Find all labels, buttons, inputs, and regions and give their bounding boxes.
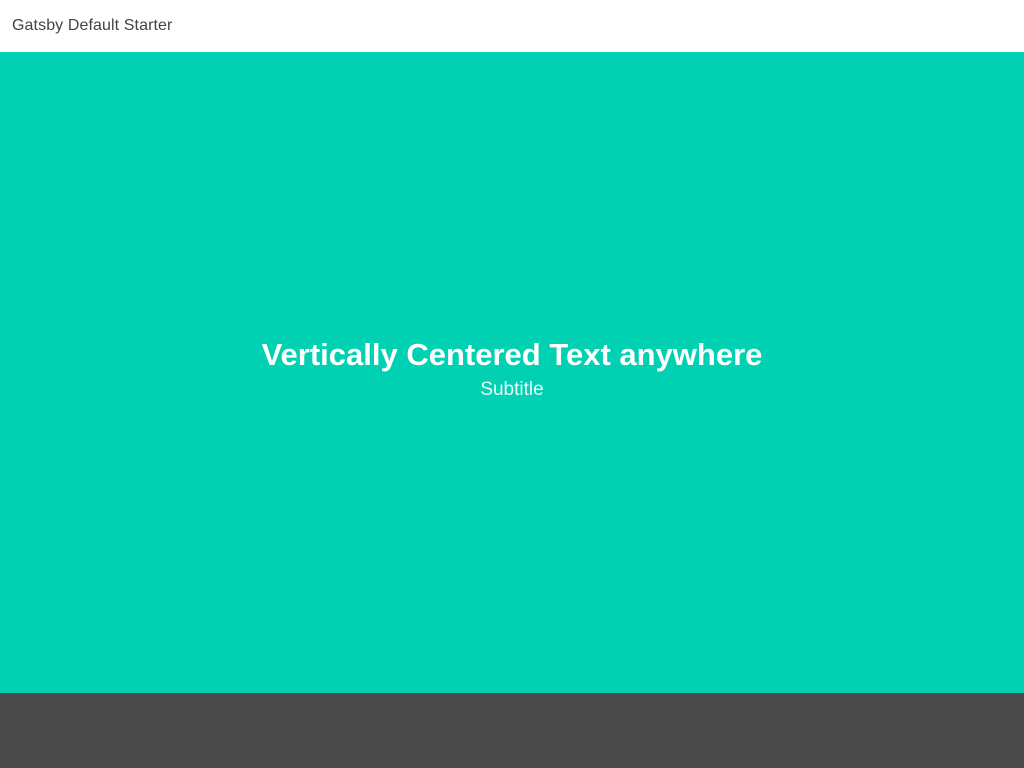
site-footer <box>0 693 1024 768</box>
site-title-link[interactable]: Gatsby Default Starter <box>12 17 173 35</box>
site-header: Gatsby Default Starter <box>0 0 1024 52</box>
hero-title: Vertically Centered Text anywhere <box>261 336 763 372</box>
hero-subtitle: Subtitle <box>480 378 544 400</box>
page: Gatsby Default Starter Vertically Center… <box>0 0 1024 768</box>
hero-section: Vertically Centered Text anywhere Subtit… <box>0 52 1024 693</box>
